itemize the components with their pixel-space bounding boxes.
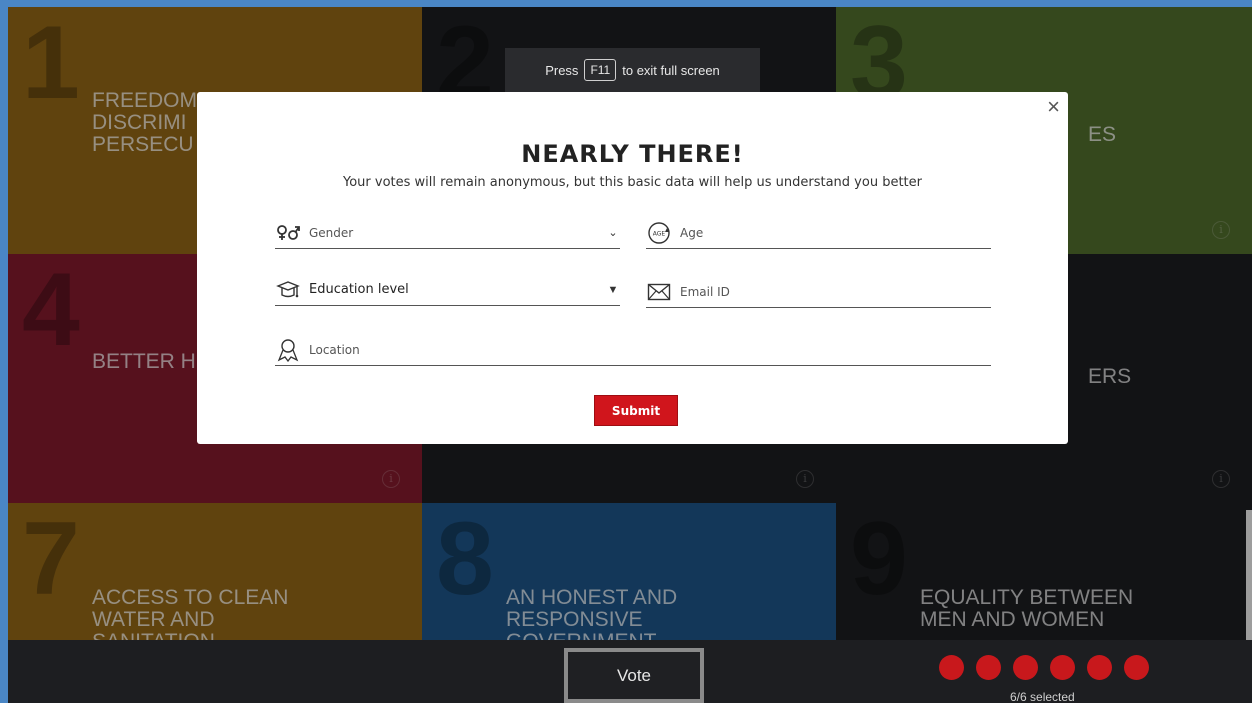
graduation-cap-icon xyxy=(275,277,301,303)
email-field[interactable]: Email ID xyxy=(646,276,991,308)
close-icon[interactable]: × xyxy=(1047,96,1060,118)
modal-subtitle: Your votes will remain anonymous, but th… xyxy=(343,175,922,190)
gender-icon xyxy=(275,220,301,246)
selected-dot xyxy=(1050,655,1075,680)
vote-page: 1 FREEDOM DISCRIMI PERSECU 2 3 ES i 4 BE… xyxy=(8,7,1252,703)
caret-down-icon: ▼ xyxy=(607,283,619,296)
banner-rest-text: to exit full screen xyxy=(622,62,720,78)
envelope-icon xyxy=(646,279,672,305)
gender-select[interactable]: Gender ⌄ xyxy=(275,217,620,249)
bottom-bar: Vote 6/6 selected xyxy=(8,640,1252,703)
svg-text:AGE: AGE xyxy=(653,230,666,237)
vote-button[interactable]: Vote xyxy=(564,648,704,703)
fullscreen-banner: Press F11 to exit full screen xyxy=(505,48,760,94)
selection-dots xyxy=(939,655,1149,680)
selected-dot xyxy=(1124,655,1149,680)
chevron-down-icon: ⌄ xyxy=(608,227,618,239)
banner-press-text: Press xyxy=(545,62,579,78)
f11-key: F11 xyxy=(584,59,617,81)
email-label: Email ID xyxy=(680,284,730,299)
location-label: Location xyxy=(309,342,360,357)
age-icon: AGE xyxy=(646,220,672,246)
selected-dot xyxy=(976,655,1001,680)
selected-dot xyxy=(939,655,964,680)
selected-count: 6/6 selected xyxy=(1010,690,1075,703)
age-field[interactable]: AGE Age xyxy=(646,217,991,249)
submit-button[interactable]: Submit xyxy=(594,395,678,426)
modal-title: NEARLY THERE! xyxy=(521,140,744,168)
education-label: Education level xyxy=(309,282,409,297)
age-label: Age xyxy=(680,225,704,240)
details-modal: × NEARLY THERE! Your votes will remain a… xyxy=(197,92,1068,444)
gender-label: Gender xyxy=(309,225,354,240)
location-field[interactable]: Location xyxy=(275,334,991,366)
selected-dot xyxy=(1013,655,1038,680)
selected-dot xyxy=(1087,655,1112,680)
education-select[interactable]: Education level ▼ xyxy=(275,274,620,306)
location-pin-icon xyxy=(275,337,301,363)
